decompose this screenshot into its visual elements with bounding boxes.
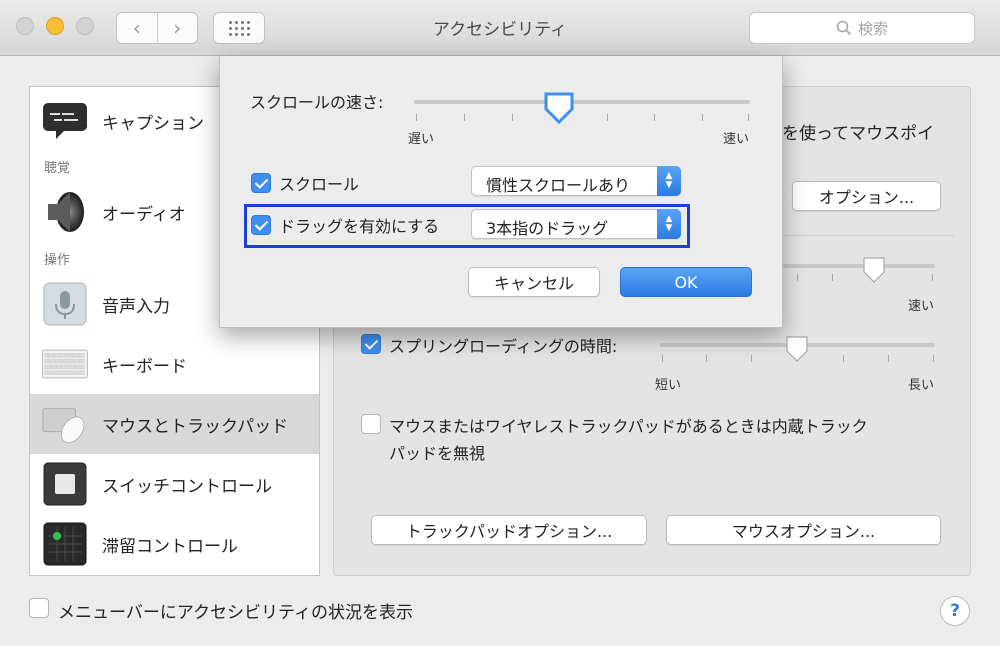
show-status-label: メニューバーにアクセシビリティの状況を表示 [58,603,413,623]
chevron-left-icon: ‹ [132,16,141,40]
back-button[interactable]: ‹ [117,13,157,43]
close-window-button[interactable] [16,17,34,35]
section-header-interaction: 操作 [44,253,71,268]
speaker-icon [42,189,88,235]
scroll-speed-label: スクロールの速さ: [250,93,384,112]
section-header-hearing: 聴覚 [44,161,71,176]
show-all-button[interactable] [213,12,265,44]
forward-button[interactable]: › [156,13,198,43]
drag-style-popup[interactable]: 3本指のドラッグ ▲ ▼ [471,209,681,239]
microphone-icon [42,281,88,327]
scroll-inertia-popup[interactable]: 慣性スクロールあり ▲ ▼ [471,166,681,196]
scroll-speed-knob[interactable] [543,91,575,125]
sidebar-item-label: 音声入力 [102,296,170,317]
mouse-trackpad-icon [42,401,88,447]
updown-chevron-icon: ▲ ▼ [657,166,681,196]
magnifier-icon [836,20,852,36]
sidebar-item-label: キーボード [102,356,187,377]
captions-icon [42,98,88,144]
title-bar: ‹ › アクセシビリティ 検索 [0,0,1000,56]
updown-chevron-icon: ▲ ▼ [657,209,681,239]
ignore-trackpad-checkbox[interactable] [361,414,381,434]
scroll-speed-track[interactable] [414,100,750,104]
sidebar-item-dwell-control[interactable]: 滞留コントロール [30,514,319,574]
window-title: アクセシビリティ [432,20,568,40]
pointer-speed-knob[interactable] [862,256,886,284]
sidebar-item-label: キャプション [102,113,204,134]
mouse-keys-description: を使ってマウスポイ [782,124,935,144]
sidebar-item-label: マウスとトラックパッド [102,416,289,437]
scroll-speed-slow-label: 遅い [408,132,435,147]
mouse-options-button[interactable]: マウスオプション... [666,515,941,545]
trackpad-options-sheet: スクロールの速さ: 遅い 速い スクロール 慣性スクロールあり ▲ ▼ ドラッグを… [219,56,783,328]
sidebar-item-keyboard[interactable]: キーボード [30,334,319,394]
scroll-checkbox[interactable] [251,173,271,193]
sidebar-item-label: 滞留コントロール [102,536,238,557]
search-placeholder: 検索 [857,19,888,38]
dwell-control-icon [42,521,88,567]
pointer-speed-track[interactable] [783,264,935,268]
scroll-label: スクロール [279,175,360,194]
navigation-buttons: ‹ › [116,12,198,44]
chevron-right-icon: › [173,16,182,40]
trackpad-options-button[interactable]: トラックパッドオプション... [371,515,647,545]
sidebar-item-mouse-trackpad[interactable]: マウスとトラックパッド [30,394,319,454]
drag-checkbox[interactable] [251,215,271,235]
options-button[interactable]: オプション... [792,181,941,211]
drag-label: ドラッグを有効にする [279,217,440,236]
sidebar-item-label: オーディオ [102,204,186,225]
question-mark-icon: ? [950,601,960,621]
scroll-inertia-value: 慣性スクロールあり [486,176,631,195]
minimize-window-button[interactable] [46,17,64,35]
spring-loading-long-label: 長い [908,378,935,393]
cancel-button[interactable]: キャンセル [468,267,600,297]
ignore-trackpad-label-line1: マウスまたはワイヤレストラックパッドがあるときは内蔵トラック [389,417,868,436]
grid-icon [228,20,250,36]
ignore-trackpad-label-line2: パッドを無視 [389,444,486,463]
sidebar-item-switch-control[interactable]: スイッチコントロール [30,454,319,514]
help-button[interactable]: ? [940,596,970,626]
spring-loading-label: スプリングローディングの時間: [389,337,618,356]
keyboard-icon [42,341,88,387]
scroll-speed-fast-label: 速い [723,132,750,147]
sidebar-item-label: スイッチコントロール [102,476,272,497]
switch-control-icon [42,461,88,507]
spring-loading-checkbox[interactable] [361,334,381,354]
pointer-speed-fast-label: 速い [908,299,935,314]
spring-loading-knob[interactable] [785,335,809,363]
drag-style-value: 3本指のドラッグ [486,219,609,238]
show-status-checkbox[interactable] [29,598,49,618]
ok-button[interactable]: OK [620,267,752,297]
spring-loading-short-label: 短い [655,378,682,393]
search-field[interactable]: 検索 [749,12,975,44]
zoom-window-button[interactable] [76,17,94,35]
